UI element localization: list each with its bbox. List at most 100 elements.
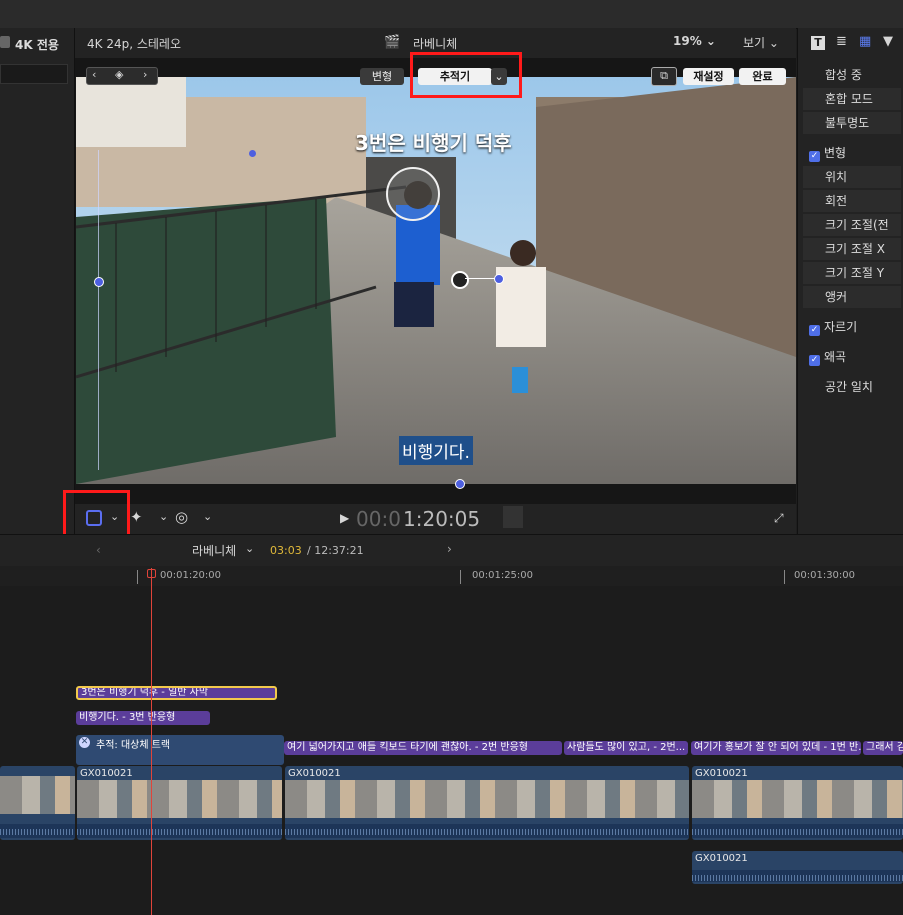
tracker-label: 추적: 대상체 트랙 <box>96 740 171 751</box>
audio-waveform <box>77 824 282 838</box>
film-icon[interactable]: ▦ <box>859 34 871 49</box>
audio-waveform <box>692 870 903 882</box>
done-button[interactable]: 완료 <box>739 68 786 85</box>
title-clip[interactable]: 사람들도 많이 있고, - 2번... <box>564 741 688 755</box>
clip-thumbnails <box>692 780 903 818</box>
inspector-item-label: 합성 중 <box>825 68 862 82</box>
inspector-item-label: 크기 조절 X <box>825 242 886 256</box>
inspector-item[interactable]: 회전 <box>803 190 901 212</box>
inspector-item-label: 회전 <box>825 194 848 208</box>
checkbox-icon[interactable] <box>0 36 10 48</box>
reset-button[interactable]: 재설정 <box>683 68 734 85</box>
timeline-position: 03:03 <box>270 544 302 557</box>
crop-icon[interactable]: ⧉ <box>651 67 677 86</box>
audio-waveform <box>692 824 903 838</box>
close-icon[interactable]: ✕ <box>79 737 90 748</box>
inspector-item[interactable]: ✓ 자르기 <box>803 316 901 338</box>
audio-clip[interactable]: GX010021 <box>692 851 903 884</box>
chevron-down-icon[interactable]: ⌄ <box>203 510 212 523</box>
clip-thumbnails <box>77 780 282 818</box>
inspector-item[interactable]: 합성 중 <box>803 64 901 86</box>
inspector-item[interactable]: 크기 조절(전체) <box>803 214 901 254</box>
view-menu[interactable]: 보기 ⌄ <box>743 34 779 51</box>
inspector-item[interactable]: 앵커 <box>803 286 901 308</box>
speed-gauge-icon[interactable]: ◎ <box>175 508 188 526</box>
inspector-item[interactable]: 위치 <box>803 166 901 188</box>
keyframe-nav: ‹ ◈ › <box>86 67 158 85</box>
audio-meter <box>503 506 523 528</box>
timecode-dim: 00:0 <box>356 507 401 531</box>
inspector-item-label: 혼합 모드 <box>825 92 873 106</box>
zoom-value: 19% <box>673 34 702 48</box>
chevron-down-icon[interactable]: ⌄ <box>159 510 168 523</box>
zoom-menu[interactable]: 19% ⌄ <box>673 34 716 48</box>
inspector-item-label: 변형 <box>824 146 847 160</box>
tracker-target-circle[interactable] <box>386 167 440 221</box>
rotation-line <box>465 278 495 279</box>
timeline-project[interactable]: 라베니체 <box>192 542 236 559</box>
title-clip[interactable]: 여기 넓어가지고 애들 킥보드 타기에 괜찮아. - 2번 반응형 <box>284 741 562 755</box>
chevron-left-icon[interactable]: ‹ <box>96 543 101 557</box>
previous-keyframe-icon[interactable]: ‹ <box>92 68 96 81</box>
chevron-right-icon[interactable]: › <box>447 542 452 556</box>
inspector-item[interactable]: ✓ 변형 <box>803 142 901 164</box>
distort-guide-line <box>98 150 99 470</box>
video-clip[interactable]: GX010021 <box>692 766 903 840</box>
ruler-tick <box>460 570 461 584</box>
playhead-handle[interactable] <box>147 569 156 578</box>
title-overlay: 3번은 비행기 덕후 <box>355 131 512 155</box>
search-field[interactable] <box>0 64 68 84</box>
audio-waveform <box>0 824 75 838</box>
timecode[interactable]: 1:20:05 <box>403 507 480 531</box>
title-clip[interactable]: 그래서 김 <box>863 741 903 755</box>
transform-mode-button[interactable]: 변형 <box>360 68 404 85</box>
inspector-item[interactable]: 공간 일치 <box>803 376 901 398</box>
view-menu-label: 보기 <box>743 36 766 50</box>
inspector-item[interactable]: 크기 조절 X <box>803 238 901 260</box>
add-keyframe-icon[interactable]: ◈ <box>115 68 123 81</box>
subtitle-overlay: 비행기다. <box>399 436 473 465</box>
viewer-footer: ⌄ ✦ ⌄ ◎ ⌄ ▶ 00:0 1:20:05 ⤢ <box>75 504 796 534</box>
fullscreen-icon[interactable]: ⤢ <box>774 511 784 526</box>
rotation-handle[interactable] <box>494 274 504 284</box>
format-label: 4K 24p, 스테레오 <box>87 37 181 51</box>
distort-handle[interactable] <box>249 150 256 157</box>
list-icon[interactable]: ≣ <box>836 34 847 49</box>
audio-waveform <box>285 824 689 838</box>
clip-thumbnails <box>285 780 689 818</box>
inspector-item-label: 왜곡 <box>824 350 847 364</box>
inspector-item[interactable]: 크기 조절 Y <box>803 262 901 284</box>
video-clip[interactable] <box>0 766 75 840</box>
filter-icon[interactable]: ▼ <box>883 34 893 49</box>
next-keyframe-icon[interactable]: › <box>143 68 147 81</box>
timeline-duration: / 12:37:21 <box>307 544 364 557</box>
checkbox-checked-icon[interactable]: ✓ <box>809 151 820 162</box>
crosshair-icon[interactable] <box>451 271 469 289</box>
title-clip[interactable]: 비행기다. - 3번 반응형 <box>76 711 210 725</box>
video-clip[interactable]: GX010021 <box>285 766 689 840</box>
title-clip[interactable]: 여기가 홍보가 잘 안 되어 있데 - 1번 반... <box>691 741 861 755</box>
tracker-track[interactable]: ✕ 추적: 대상체 트랙 <box>76 735 284 765</box>
inspector-item[interactable]: 불투명도 <box>803 112 901 134</box>
play-icon[interactable]: ▶ <box>340 511 349 525</box>
video-clip[interactable]: GX010021 <box>77 766 282 840</box>
checkbox-checked-icon[interactable]: ✓ <box>809 355 820 366</box>
timeline-ruler[interactable]: 00:01:20:00 00:01:25:00 00:01:30:00 <box>0 566 903 586</box>
highlight-tracker-box <box>410 52 522 98</box>
text-icon[interactable]: T <box>811 36 825 50</box>
distort-handle[interactable] <box>455 479 465 489</box>
chevron-down-icon[interactable]: ⌄ <box>245 542 254 555</box>
inspector-item-label: 앵커 <box>825 290 848 304</box>
ruler-label: 00:01:30:00 <box>794 570 856 581</box>
inspector-item[interactable]: 혼합 모드 <box>803 88 901 110</box>
distort-handle[interactable] <box>94 277 104 287</box>
inspector-item[interactable]: ✓ 왜곡 <box>803 346 901 368</box>
clip-thumbnails <box>0 776 75 814</box>
checkbox-checked-icon[interactable]: ✓ <box>809 325 820 336</box>
clip-name: GX010021 <box>695 853 748 864</box>
magic-wand-icon[interactable]: ✦ <box>130 508 143 526</box>
chevron-down-icon: ⌄ <box>768 36 779 50</box>
playhead[interactable] <box>151 568 152 915</box>
timeline-header: ‹ 라베니체 ⌄ 03:03 / 12:37:21 › <box>0 534 903 568</box>
title-clip-selected[interactable]: 3번은 비행기 덕후 - 일반 자막 <box>76 686 277 700</box>
